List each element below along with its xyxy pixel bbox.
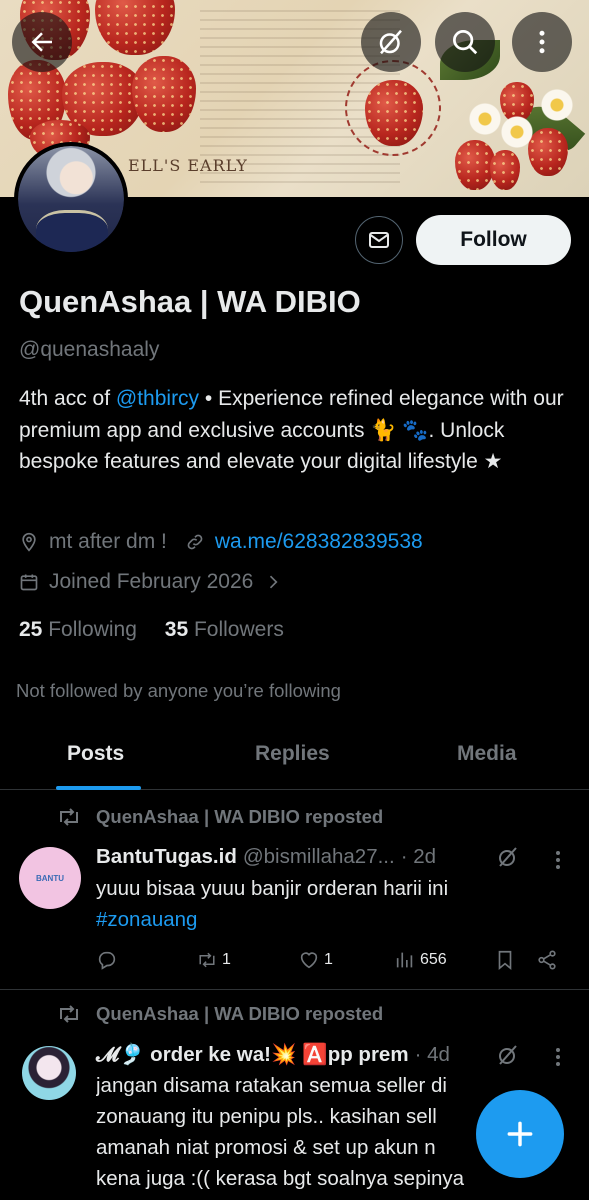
profile-meta-location: mt after dm ! wa.me/628382839538 <box>19 530 423 554</box>
post-author-avatar[interactable]: BANTU <box>19 847 81 909</box>
post-header: BantuTugas.id @bismillaha27... · 2d <box>96 845 436 869</box>
followers-label: Followers <box>193 618 284 641</box>
profile-avatar[interactable] <box>14 142 128 256</box>
link-icon <box>187 534 203 550</box>
analytics-icon <box>396 952 413 968</box>
post-header: 𝓜🎐 order ke wa!💥 🅰️pp prem · 4d <box>96 1043 450 1067</box>
banner-flower <box>500 115 534 149</box>
post-author-avatar[interactable] <box>22 1046 76 1100</box>
banner-flower <box>468 102 502 136</box>
post-divider <box>0 989 589 990</box>
tab-posts[interactable]: Posts <box>67 742 124 766</box>
message-button[interactable] <box>355 216 403 264</box>
share-button[interactable] <box>536 949 562 971</box>
compose-post-button[interactable] <box>476 1090 564 1178</box>
tab-replies[interactable]: Replies <box>255 742 330 766</box>
website-link[interactable]: wa.me/628382839538 <box>215 530 423 554</box>
post-author-name[interactable]: BantuTugas.id <box>96 845 237 869</box>
banner-strawberry <box>95 0 175 55</box>
bookmark-icon <box>498 950 512 971</box>
heart-icon <box>300 952 318 969</box>
reply-button[interactable] <box>96 949 122 971</box>
arrow-left-icon <box>31 32 52 52</box>
post-timestamp[interactable]: · 2d <box>401 845 436 869</box>
location-text: mt after dm ! <box>49 530 167 553</box>
repost-by-text: QuenAshaa | WA DIBIO reposted <box>96 1003 384 1024</box>
grok-icon <box>379 29 402 55</box>
profile-meta-joined[interactable]: Joined February 2026 <box>19 570 283 594</box>
not-followed-text: Not followed by anyone you’re following <box>16 680 341 701</box>
repost-icon <box>60 1005 78 1023</box>
bio-text: 4th acc of <box>19 387 116 410</box>
share-icon <box>538 950 556 970</box>
views-button[interactable]: 656 <box>394 949 447 971</box>
envelope-icon <box>369 232 389 248</box>
repost-indicator: QuenAshaa | WA DIBIO reposted <box>56 806 383 828</box>
plus-icon <box>507 1121 533 1147</box>
repost-button[interactable]: 1 <box>196 949 231 971</box>
banner-caption: ELL'S EARLY <box>128 156 248 175</box>
banner-strawberry <box>455 140 495 190</box>
profile-tabs: Posts Replies Media <box>0 722 589 790</box>
location-pin-icon <box>22 532 36 552</box>
following-label: Following <box>48 618 137 641</box>
repost-icon <box>199 952 215 968</box>
follow-stats: 25 Following 35 Followers <box>19 618 284 642</box>
profile-bio: 4th acc of @thbircy • Experience refined… <box>19 383 574 478</box>
like-count: 1 <box>324 951 333 968</box>
back-button[interactable] <box>12 12 72 72</box>
profile-name: QuenAshaa | WA DIBIO <box>19 284 361 319</box>
repost-by-text: QuenAshaa | WA DIBIO reposted <box>96 806 384 827</box>
post-timestamp[interactable]: · 4d <box>415 1043 450 1067</box>
banner-strawberry <box>528 128 568 176</box>
post-author-handle[interactable]: @bismillaha27... <box>243 845 395 869</box>
banner-strawberry <box>490 150 520 190</box>
repost-count: 1 <box>222 951 231 968</box>
post-more-icon[interactable] <box>552 1045 564 1069</box>
grok-button[interactable] <box>361 12 421 72</box>
search-button[interactable] <box>435 12 495 72</box>
avatar-image <box>18 146 124 252</box>
banner-flower <box>540 88 574 122</box>
active-tab-indicator <box>56 786 141 790</box>
like-button[interactable]: 1 <box>298 949 333 971</box>
following-count: 25 <box>19 618 43 641</box>
followers-count: 35 <box>164 618 189 641</box>
reply-icon <box>98 951 116 970</box>
repost-indicator: QuenAshaa | WA DIBIO reposted <box>56 1003 383 1025</box>
chevron-right-icon <box>270 575 278 589</box>
search-icon <box>453 30 478 55</box>
follow-button[interactable]: Follow <box>416 215 571 265</box>
more-vertical-icon <box>539 30 545 54</box>
grok-icon[interactable] <box>496 845 520 869</box>
tab-media[interactable]: Media <box>457 742 517 766</box>
repost-icon <box>60 808 78 826</box>
followers-link[interactable]: 35 Followers <box>165 618 284 641</box>
avatar-logo-text: BANTU <box>36 873 64 883</box>
post-text: yuuu bisaa yuuu banjir orderan harii ini… <box>96 873 556 935</box>
post-text-line: yuuu bisaa yuuu banjir orderan harii ini <box>96 877 449 900</box>
post-more-icon[interactable] <box>552 848 564 872</box>
following-link[interactable]: 25 Following <box>19 618 137 641</box>
grok-icon[interactable] <box>496 1043 520 1067</box>
more-button[interactable] <box>512 12 572 72</box>
calendar-icon <box>20 574 38 591</box>
bookmark-button[interactable] <box>494 949 520 971</box>
banner-strawberry <box>132 56 196 132</box>
profile-handle: @quenashaaly <box>19 338 160 361</box>
post-author-name[interactable]: 𝓜🎐 order ke wa!💥 🅰️pp prem <box>96 1043 409 1067</box>
post-hashtag-link[interactable]: #zonauang <box>96 904 556 935</box>
banner-strawberry <box>365 80 423 146</box>
joined-text: Joined February 2026 <box>49 570 254 593</box>
view-count: 656 <box>420 951 447 968</box>
bio-mention-link[interactable]: @thbircy <box>116 387 199 410</box>
